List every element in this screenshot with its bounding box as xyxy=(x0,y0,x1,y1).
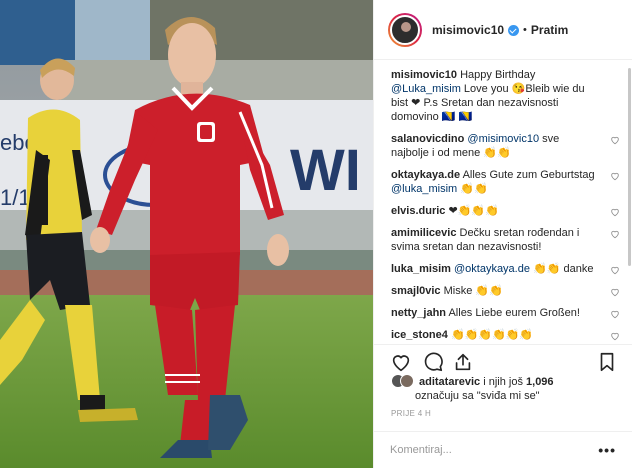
comment-mention-link[interactable]: @oktaykaya.de xyxy=(454,263,530,275)
likes-suffix: označuju sa "sviđa mi se" xyxy=(415,390,540,402)
comment-mention-link[interactable]: @misimovic10 xyxy=(467,133,539,145)
comment-input[interactable] xyxy=(390,444,599,456)
post-details-panel: misimovic10 • Pratim misimovic10 Happy B… xyxy=(373,0,632,468)
comment-username[interactable]: amimilicevic xyxy=(391,227,456,239)
football-players-photo: WI ebo 1/10 xyxy=(0,0,373,468)
instagram-post-modal: WI ebo 1/10 misimovic10 • Pratim misimov… xyxy=(0,0,632,468)
comment-text: Alles Gute zum Geburtstag xyxy=(462,169,595,181)
comment-like-heart-icon[interactable] xyxy=(610,331,620,341)
comment-text: Miske 👏👏 xyxy=(443,285,503,297)
username-link[interactable]: misimovic10 xyxy=(432,23,504,37)
comment-item: amimilicevic Dečku sretan rođendan i svi… xyxy=(391,226,622,254)
more-options-icon[interactable]: ••• xyxy=(598,442,616,458)
comment-username[interactable]: misimovic10 xyxy=(391,69,457,81)
comment-like-heart-icon[interactable] xyxy=(610,265,620,275)
share-upload-icon[interactable] xyxy=(452,351,474,373)
post-header: misimovic10 • Pratim xyxy=(374,0,632,60)
comment-username[interactable]: netty_jahn xyxy=(391,307,446,319)
like-heart-icon[interactable] xyxy=(390,351,412,373)
comment-item: netty_jahn Alles Liebe eurem Großen! xyxy=(391,306,622,320)
comment-bubble-icon[interactable] xyxy=(422,351,444,373)
comment-like-heart-icon[interactable] xyxy=(610,171,620,181)
follow-button[interactable]: Pratim xyxy=(531,23,568,37)
comment-like-heart-icon[interactable] xyxy=(610,207,620,217)
comment-like-heart-icon[interactable] xyxy=(610,135,620,145)
add-comment-bar: ••• xyxy=(374,431,632,468)
avatar[interactable] xyxy=(388,12,422,47)
likes-count[interactable]: 1,096 xyxy=(526,376,554,388)
comment-username[interactable]: salanovicdino xyxy=(391,133,464,145)
post-timestamp[interactable]: PRIJE 4 H xyxy=(391,409,431,418)
comments-scrollbar[interactable] xyxy=(628,68,631,336)
comment-username[interactable]: smajl0vic xyxy=(391,285,441,297)
svg-text:WI: WI xyxy=(290,138,361,203)
comment-item: ice_stone4 👏👏👏👏👏👏 xyxy=(391,328,622,342)
comment-like-heart-icon[interactable] xyxy=(610,229,620,239)
likes-connector: i njih još xyxy=(480,376,527,388)
liker-avatar xyxy=(400,374,414,388)
action-bar xyxy=(374,344,632,374)
comment-username[interactable]: elvis.duric xyxy=(391,205,445,217)
post-photo[interactable]: WI ebo 1/10 xyxy=(0,0,373,468)
scrollbar-thumb[interactable] xyxy=(628,68,631,266)
comment-item: smajl0vic Miske 👏👏 xyxy=(391,284,622,298)
likes-summary: aditatarevic i njih još 1,096 označuju s… xyxy=(391,374,622,403)
comment-text: ❤👏👏👏 xyxy=(448,205,499,217)
separator-dot: • xyxy=(523,23,527,36)
comment-username[interactable]: luka_misim xyxy=(391,263,451,275)
comment-text: 👏👏👏👏👏👏 xyxy=(450,329,534,341)
comment-text: Alles Liebe eurem Großen! xyxy=(448,307,580,319)
comment-like-heart-icon[interactable] xyxy=(610,287,620,297)
comment-text: Happy Birthday xyxy=(460,69,536,81)
comment-mention-link[interactable]: @Luka_misim xyxy=(391,83,461,95)
comment-item: elvis.duric ❤👏👏👏 xyxy=(391,204,622,218)
comment-text: 👏👏 xyxy=(457,183,488,195)
verified-badge-icon xyxy=(508,25,520,36)
comment-item: luka_misim @oktaykaya.de 👏👏 danke xyxy=(391,262,622,276)
comment-mention-link[interactable]: @luka_misim xyxy=(391,183,457,195)
comments-list: misimovic10 Happy Birthday @Luka_misim L… xyxy=(374,68,632,344)
bookmark-save-icon[interactable] xyxy=(596,351,618,373)
liker-username[interactable]: aditatarevic xyxy=(419,376,480,388)
comment-item: misimovic10 Happy Birthday @Luka_misim L… xyxy=(391,68,622,124)
comment-like-heart-icon[interactable] xyxy=(610,309,620,319)
comment-text: 👏👏 danke xyxy=(529,263,594,275)
comment-item: salanovicdino @misimovic10 sve najbolje … xyxy=(391,132,622,160)
comment-item: oktaykaya.de Alles Gute zum Geburtstag @… xyxy=(391,168,622,196)
comment-username[interactable]: ice_stone4 xyxy=(391,329,448,341)
comment-username[interactable]: oktaykaya.de xyxy=(391,169,460,181)
